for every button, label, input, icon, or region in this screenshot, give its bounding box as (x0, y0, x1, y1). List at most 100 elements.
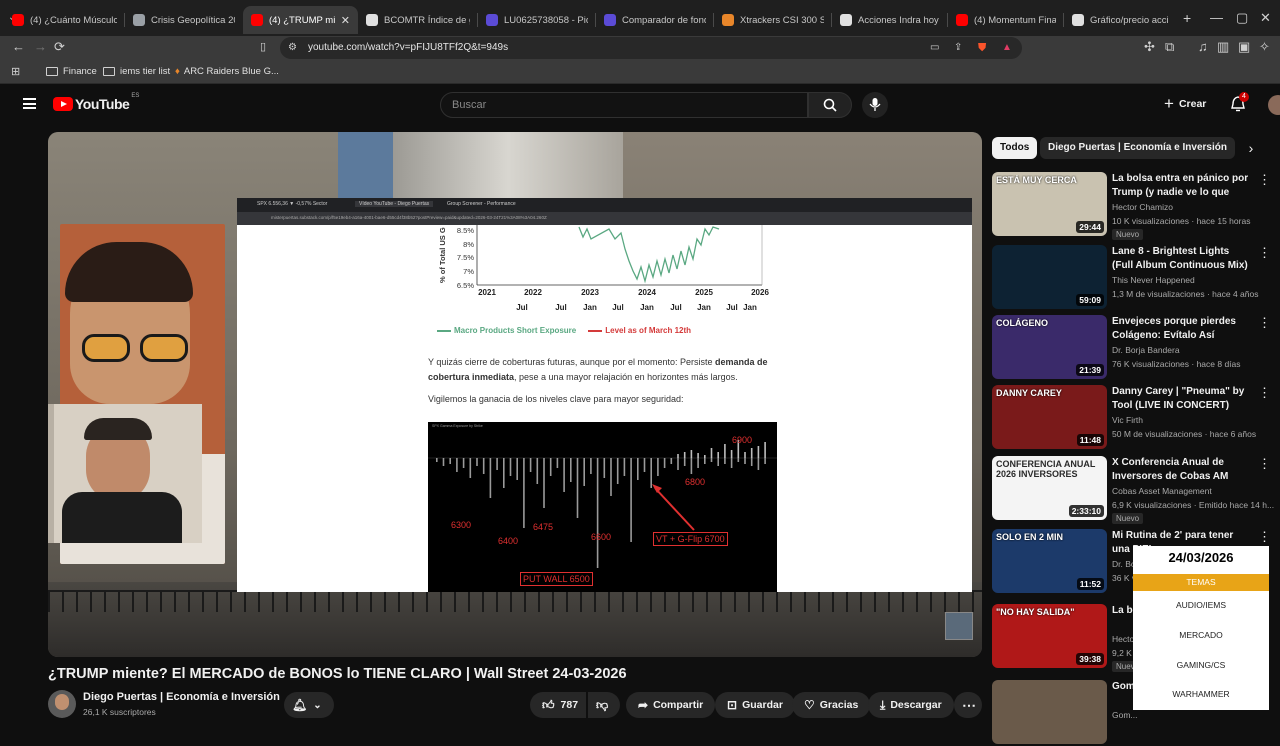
related-video-title[interactable]: Lane 8 - Brightest Lights (Full Album Co… (1112, 245, 1252, 273)
related-video-title[interactable]: La bolsa entra en pánico por Trump (y na… (1112, 172, 1252, 200)
gamma-bar (570, 458, 572, 482)
site-info-icon[interactable]: ⚙ (288, 40, 297, 56)
cast-icon[interactable]: ▭ (930, 40, 939, 56)
share-page-icon[interactable]: ⇪ (954, 40, 962, 56)
related-video-title[interactable]: Envejeces porque pierdes Colágeno: Evíta… (1112, 315, 1252, 343)
gamma-bar (549, 458, 552, 476)
back-icon[interactable]: ← (12, 39, 25, 55)
bookmark-label: iems tier list (120, 66, 171, 77)
related-video-thumbnail[interactable]: DANNY CAREY 11:48 (992, 385, 1107, 449)
browser-tab[interactable]: Acciones Indra hoy en (832, 6, 948, 34)
hamburger-menu-icon[interactable] (23, 98, 36, 109)
download-button[interactable]: ⤓ Descargar (868, 692, 954, 718)
more-actions-button[interactable]: ⋯ (954, 692, 982, 718)
extensions-icon[interactable]: ✣ (1144, 39, 1155, 55)
article-paragraph-2: Vigilemos la ganacia de los niveles clav… (428, 394, 684, 404)
notifications-button[interactable]: 4 (1230, 92, 1249, 114)
search-button[interactable] (808, 92, 852, 118)
wallet-icon[interactable]: ▣ (1238, 39, 1250, 55)
browser-tab[interactable]: Comparador de fondo (596, 6, 714, 34)
gamma-exposure-chart: SPX Gamma Exposure by Strike 6900 6800 6… (428, 422, 777, 592)
related-video-thumbnail[interactable]: COLÁGENO 21:39 (992, 315, 1107, 379)
bookmark-iems[interactable]: iems tier list (103, 66, 170, 77)
bookmark-finance[interactable]: Finance (46, 66, 97, 77)
chip-scroll-right-icon[interactable]: › (1236, 137, 1266, 159)
bookmark-label: ARC Raiders Blue G... (183, 66, 279, 77)
chip-channel[interactable]: Diego Puertas | Economía e Inversión (1040, 137, 1235, 159)
related-video-thumbnail[interactable]: "NO HAY SALIDA" 39:38 (992, 604, 1107, 668)
browser-tab[interactable]: Crisis Geopolítica 2026 (125, 6, 243, 34)
window-minimize-icon[interactable]: — (1210, 10, 1223, 26)
browser-tab[interactable]: BCOMTR Índice de grá (358, 6, 478, 34)
browser-tab[interactable]: (4) Momentum Financ (948, 6, 1064, 34)
browser-tab[interactable]: Gráfico/precio accione (1064, 6, 1176, 34)
more-options-icon[interactable]: ⋮ (1258, 173, 1271, 186)
sidebar-toggle-icon[interactable]: ▥ (1217, 39, 1229, 55)
related-video-title[interactable]: X Conferencia Anual de Inversores de Cob… (1112, 456, 1252, 484)
channel-avatar[interactable] (48, 690, 76, 718)
more-options-icon[interactable]: ⋮ (1258, 457, 1271, 470)
browser-tab[interactable]: Xtrackers CSI 300 Swa (714, 6, 832, 34)
window-close-icon[interactable]: ✕ (1260, 10, 1271, 26)
related-video-thumbnail[interactable]: CONFERENCIA ANUAL 2026 INVERSORES 2:33:10 (992, 456, 1107, 520)
gamma-label-putwall: PUT WALL 6500 (520, 572, 593, 586)
dislike-button[interactable]: 👎︎ (588, 692, 620, 718)
bookmark-arc-raiders[interactable]: ♦ ARC Raiders Blue G... (175, 66, 279, 77)
related-video-thumbnail[interactable]: ESTÁ MUY CERCA 29:44 (992, 172, 1107, 236)
related-video-item[interactable]: COLÁGENO 21:39 Envejeces porque pierdes Co… (992, 315, 1271, 381)
apps-grid-icon[interactable]: ⊞ (11, 64, 20, 80)
tab-favicon-icon (486, 14, 498, 26)
more-options-icon[interactable]: ⋮ (1258, 386, 1271, 399)
gamma-bar (590, 458, 592, 474)
channel-name[interactable]: Diego Puertas | Economía e Inversión (83, 691, 280, 703)
close-tab-icon[interactable]: ✕ (341, 14, 350, 27)
brave-shield-icon[interactable]: ⛊ (978, 40, 986, 56)
gamma-bar (704, 455, 706, 458)
related-video-thumbnail[interactable]: 59:09 (992, 245, 1107, 309)
more-options-icon[interactable]: ⋮ (1258, 316, 1271, 329)
browser-tab[interactable]: (4) ¿Cuánto Músculo E (4, 6, 125, 34)
forward-icon[interactable]: → (34, 39, 47, 55)
video-player[interactable]: SPX 6.556,36 ▼ -0,57% Sector Vídeo YouTu… (48, 132, 982, 657)
gamma-bar (616, 458, 619, 484)
chip-all[interactable]: Todos (992, 137, 1038, 159)
bookmark-star-icon[interactable]: ▯ (260, 39, 266, 55)
browser-tab[interactable]: (4) ¿TRUMP mient ✕ (243, 6, 358, 34)
related-video-item[interactable]: CONFERENCIA ANUAL 2026 INVERSORES 2:33:10… (992, 456, 1274, 524)
related-video-thumbnail[interactable] (992, 680, 1107, 744)
reload-icon[interactable]: ⟳ (54, 39, 65, 55)
youtube-logo[interactable]: YouTube ES (53, 93, 139, 112)
save-button[interactable]: ⊡ Guardar (715, 692, 795, 718)
notification-count-badge: 4 (1239, 92, 1249, 102)
leo-ai-icon[interactable]: ✧ (1259, 39, 1270, 55)
microphone-icon (869, 98, 881, 111)
like-button[interactable]: 👍︎ 787 (530, 692, 586, 718)
related-video-item[interactable]: DANNY CAREY 11:48 Danny Carey | "Pneuma" b… (992, 385, 1271, 451)
media-icon[interactable]: ♫ (1198, 39, 1208, 55)
related-video-item[interactable]: ESTÁ MUY CERCA 29:44 La bolsa entra en pán… (992, 172, 1271, 240)
gamma-bar (509, 458, 512, 476)
related-video-thumbnail[interactable]: SOLO EN 2 MIN 11:52 (992, 529, 1107, 593)
search-input[interactable]: Buscar (440, 92, 808, 118)
more-options-icon[interactable]: ⋮ (1258, 530, 1271, 543)
video-settings-thumbnail[interactable] (945, 612, 973, 640)
new-badge: Nuevo (1112, 229, 1144, 240)
browser-tab[interactable]: LU0625738058 - Pictet (478, 6, 596, 34)
subscribe-notification-button[interactable]: 🔔︎ ⌄ (284, 692, 334, 718)
create-button[interactable]: + Crear (1158, 91, 1212, 117)
plus-icon: + (1164, 94, 1174, 113)
share-button[interactable]: ➦ Compartir (626, 692, 716, 718)
related-video-item[interactable]: 59:09 Lane 8 - Brightest Lights (Full Alb… (992, 245, 1271, 311)
address-bar[interactable]: ⚙ youtube.com/watch?v=pFIJU8TFf2Q&t=949s… (280, 37, 1022, 59)
window-maximize-icon[interactable]: ▢ (1236, 10, 1248, 26)
rewards-icon[interactable]: ▲ (1002, 40, 1012, 56)
voice-search-button[interactable] (862, 92, 888, 118)
new-tab-icon[interactable]: + (1183, 10, 1191, 26)
avatar[interactable] (1268, 95, 1280, 115)
paragraph-text: Y quizás cierre de coberturas futuras, a… (428, 357, 715, 367)
related-video-meta: 10 K visualizaciones · hace 15 horas (1112, 216, 1251, 226)
screenshot-icon[interactable]: ⧉ (1165, 39, 1174, 55)
thanks-button[interactable]: ♡ Gracias (792, 692, 871, 718)
more-options-icon[interactable]: ⋮ (1258, 246, 1271, 259)
related-video-title[interactable]: Danny Carey | "Pneuma" by Tool (LIVE IN … (1112, 385, 1252, 413)
